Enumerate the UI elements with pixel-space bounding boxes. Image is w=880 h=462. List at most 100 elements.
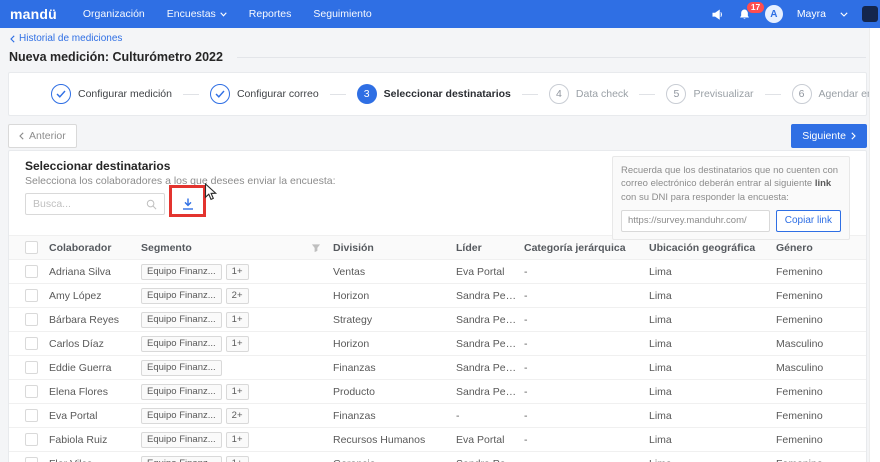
cell-ubicacion: Lima [649,458,776,462]
chevron-down-icon [220,11,227,17]
column-header-genero: Género [776,241,813,254]
next-button-label: Siguiente [802,130,846,142]
brand-logo[interactable]: mandü [10,6,57,22]
cell-lider: Sandra Perez [456,385,521,398]
row-checkbox[interactable] [25,289,38,302]
nav-item-encuestas[interactable]: Encuestas [167,8,227,20]
row-checkbox[interactable] [25,361,38,374]
segment-tag: Equipo Finanz... [141,311,222,328]
row-checkbox[interactable] [25,313,38,326]
cell-colaborador: Bárbara Reyes [49,313,120,326]
cell-division: Horizon [333,337,370,350]
step-seleccionar-destinatarios[interactable]: 3 Seleccionar destinatarios [356,84,511,104]
breadcrumb-label: Historial de mediciones [19,33,123,44]
table-row[interactable]: Eva Portal Equipo Finanz... 2+ Finanzas … [9,404,866,428]
row-checkbox[interactable] [25,433,38,446]
cell-genero: Femenino [776,313,823,326]
step-number: 5 [666,84,687,104]
column-header-segmento: Segmento [141,242,333,254]
chevron-left-icon [19,132,24,140]
download-button[interactable] [175,193,201,215]
megaphone-icon[interactable] [711,8,724,21]
cell-division: Finanzas [333,409,376,422]
download-icon [183,198,193,210]
table-row[interactable]: Amy López Equipo Finanz... 2+ Horizon Sa… [9,284,866,308]
nav-item-seguimiento[interactable]: Seguimiento [313,8,371,20]
survey-link-input[interactable] [621,209,770,232]
row-checkbox[interactable] [25,337,38,350]
main-menu: Organización Encuestas Reportes Seguimie… [83,8,372,20]
cell-lider: Sandra Perez [456,361,521,374]
cell-categoria: - [524,433,528,446]
cell-segmento: Equipo Finanz... 1+ [141,335,333,352]
table-row[interactable]: Adriana Silva Equipo Finanz... 1+ Ventas… [9,260,866,284]
table-row[interactable]: Carlos Díaz Equipo Finanz... 1+ Horizon … [9,332,866,356]
avatar[interactable]: A [764,5,783,23]
cell-genero: Masculino [776,337,824,350]
wizard-stepper: Configurar medición Configurar correo 3 … [8,72,880,116]
step-agendar-encuesta[interactable]: 6 Agendar encuesta [791,84,880,104]
step-data-check[interactable]: 4 Data check [548,84,629,104]
wizard-actions: Anterior Siguiente [8,124,867,148]
table-row[interactable]: Flor Vilca Equipo Finanz... 1+ Gerencia … [9,452,866,462]
cell-genero: Femenino [776,409,823,422]
previous-button[interactable]: Anterior [8,124,77,148]
step-label: Configurar medición [78,88,172,100]
copy-link-button[interactable]: Copiar link [775,209,841,232]
cell-segmento: Equipo Finanz... 1+ [141,311,333,328]
top-navbar: mandü Organización Encuestas Reportes Se… [0,0,880,28]
table-row[interactable]: Eddie Guerra Equipo Finanz... Finanzas S… [9,356,866,380]
chevron-down-icon[interactable] [840,11,848,17]
row-checkbox[interactable] [25,457,38,462]
cell-division: Ventas [333,265,366,278]
step-configurar-medicion[interactable]: Configurar medición [51,84,172,104]
user-name[interactable]: Mayra [797,8,826,20]
select-all-checkbox[interactable] [25,241,38,254]
cell-ubicacion: Lima [649,337,672,350]
cell-genero: Femenino [776,265,823,278]
step-done-circle [51,84,71,104]
cell-categoria: - [524,458,649,462]
filter-icon[interactable] [311,243,321,253]
nav-extra-icon[interactable] [862,6,878,22]
row-checkbox[interactable] [25,265,38,278]
segment-count-tag: 1+ [225,311,249,328]
scrollbar-track[interactable] [869,28,880,462]
cell-genero: Femenino [776,458,866,462]
cell-division: Finanzas [333,361,376,374]
note-text: Recuerda que los destinatarios que no cu… [621,165,839,190]
segment-count-tag: 1+ [225,383,249,400]
chevron-left-icon [10,34,15,43]
search-input[interactable] [33,198,146,210]
column-header-label: Segmento [141,241,192,254]
cell-categoria: - [524,361,528,374]
table-row[interactable]: Bárbara Reyes Equipo Finanz... 1+ Strate… [9,308,866,332]
step-label: Data check [575,88,629,100]
segment-tag: Equipo Finanz... [141,455,222,462]
step-connector [764,93,781,95]
row-checkbox[interactable] [25,385,38,398]
nav-item-reportes[interactable]: Reportes [249,8,292,20]
cell-lider: - [456,409,460,422]
cell-division: Horizon [333,289,370,302]
cell-colaborador: Fabiola Ruiz [49,433,108,446]
step-label: Previsualizar [693,88,754,100]
notifications-button[interactable]: 17 [738,0,766,21]
column-header-ubicacion: Ubicación geográfica [649,241,756,254]
step-previsualizar[interactable]: 5 Previsualizar [666,84,754,104]
segment-count-tag: 1+ [225,263,249,280]
check-icon [56,90,66,98]
cell-categoria: - [524,337,528,350]
breadcrumb-back-link[interactable]: Historial de mediciones [10,33,122,44]
table-row[interactable]: Fabiola Ruiz Equipo Finanz... 1+ Recurso… [9,428,866,452]
search-box[interactable] [25,193,165,215]
step-configurar-correo[interactable]: Configurar correo [209,84,319,104]
row-checkbox[interactable] [25,409,38,422]
app-screen: mandü Organización Encuestas Reportes Se… [0,0,880,462]
next-button[interactable]: Siguiente [791,124,867,148]
cell-categoria: - [524,313,528,326]
nav-item-organizacion[interactable]: Organización [83,8,145,20]
cell-segmento: Equipo Finanz... 2+ [141,287,333,304]
cell-ubicacion: Lima [649,361,672,374]
table-row[interactable]: Elena Flores Equipo Finanz... 1+ Product… [9,380,866,404]
